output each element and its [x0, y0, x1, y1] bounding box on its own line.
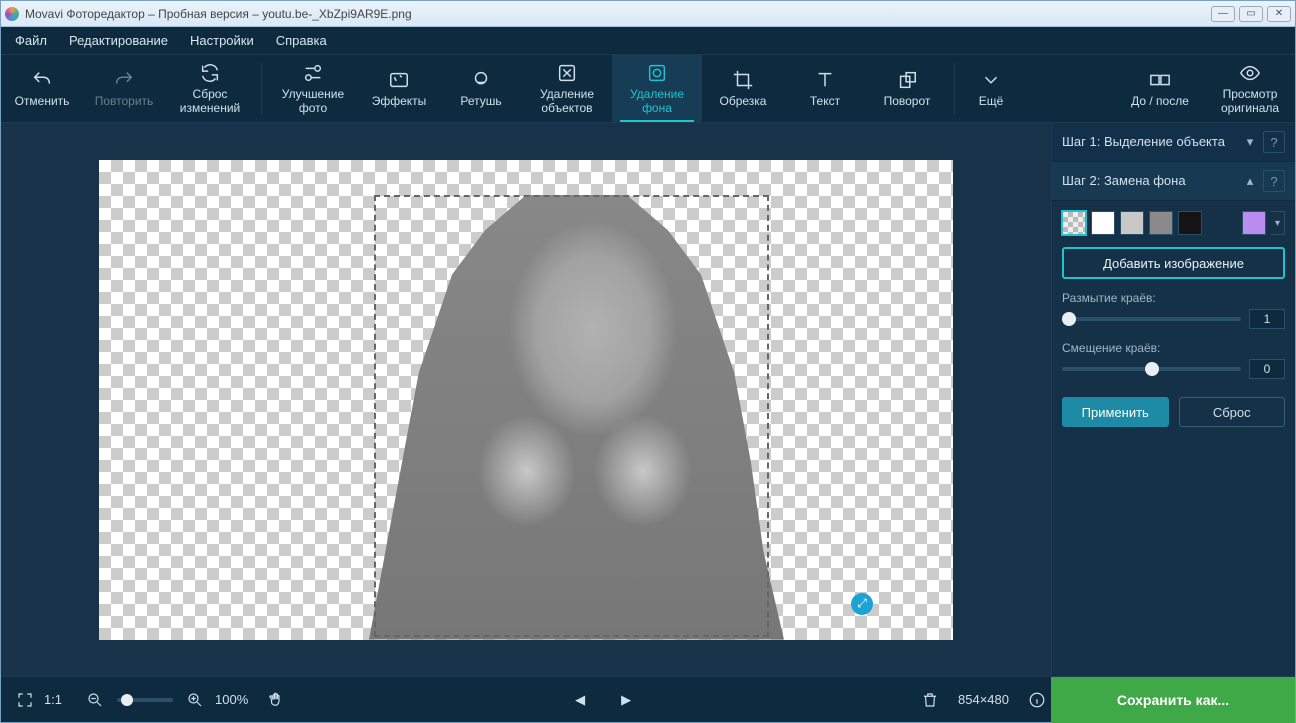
edge-offset-value[interactable]: 0 — [1249, 359, 1285, 379]
reset-icon — [199, 62, 221, 84]
zoom-value: 100% — [215, 692, 248, 707]
fit-button[interactable]: 1:1 — [39, 686, 67, 714]
maximize-button[interactable]: ▭ — [1239, 6, 1263, 22]
rotate-icon — [896, 69, 918, 91]
canvas-area: ⤢ — [1, 123, 1051, 676]
chevron-up-icon: ▴ — [1243, 173, 1257, 189]
sidebar: Шаг 1: Выделение объекта ▾ ? Шаг 2: Заме… — [1051, 123, 1295, 676]
crop-button[interactable]: Обрезка — [702, 55, 784, 122]
crop-label: Обрезка — [720, 95, 767, 108]
reset-sidebar-button[interactable]: Сброс — [1179, 397, 1286, 427]
edge-offset-slider[interactable] — [1062, 367, 1241, 371]
undo-icon — [31, 69, 53, 91]
retouch-icon — [470, 69, 492, 91]
text-icon — [814, 69, 836, 91]
step-2-header[interactable]: Шаг 2: Замена фона ▴ ? — [1052, 162, 1295, 201]
toolbar: Отменить Повторить Сброс изменений Улучш… — [1, 55, 1295, 123]
fullscreen-button[interactable] — [11, 686, 39, 714]
retouch-button[interactable]: Ретушь — [440, 55, 522, 122]
zoom-in-button[interactable] — [181, 686, 209, 714]
add-image-button[interactable]: Добавить изображение — [1062, 247, 1285, 279]
menu-file[interactable]: Файл — [15, 33, 47, 48]
chevron-down-icon: ▾ — [1243, 134, 1257, 150]
delete-button[interactable] — [916, 686, 944, 714]
background-removal-label: Удаление фона — [630, 88, 684, 114]
swatch-gray[interactable] — [1149, 211, 1173, 235]
titlebar: Movavi Фоторедактор – Пробная версия – y… — [1, 1, 1295, 27]
edge-blur-slider[interactable] — [1062, 317, 1241, 321]
more-label: Ещё — [979, 95, 1004, 108]
chevron-down-icon — [980, 69, 1002, 91]
view-original-label: Просмотр оригинала — [1221, 88, 1279, 114]
before-after-icon — [1149, 69, 1171, 91]
apply-button[interactable]: Применить — [1062, 397, 1169, 427]
redo-button[interactable]: Повторить — [83, 55, 165, 122]
view-original-button[interactable]: Просмотр оригинала — [1205, 55, 1295, 122]
color-picker-dropdown[interactable]: ▾ — [1271, 211, 1285, 235]
rotate-label: Поворот — [884, 95, 931, 108]
app-logo-icon — [5, 7, 19, 21]
menu-help[interactable]: Справка — [276, 33, 327, 48]
text-label: Текст — [810, 95, 840, 108]
enhance-button[interactable]: Улучшение фото — [268, 55, 358, 122]
dimensions-label: 854×480 — [958, 692, 1009, 707]
swatch-lightgray[interactable] — [1120, 211, 1144, 235]
save-as-button[interactable]: Сохранить как... — [1051, 677, 1295, 723]
edge-blur-label: Размытие краёв: — [1062, 291, 1285, 305]
swatch-white[interactable] — [1091, 211, 1115, 235]
retouch-label: Ретушь — [460, 95, 501, 108]
zoom-slider[interactable] — [117, 698, 173, 702]
step-2-label: Шаг 2: Замена фона — [1062, 173, 1243, 189]
window-title: Movavi Фоторедактор – Пробная версия – y… — [25, 7, 412, 21]
undo-label: Отменить — [15, 95, 70, 108]
crop-icon — [732, 69, 754, 91]
statusbar: 1:1 100% ◀ ▶ 854×480 Сохранить как... — [1, 676, 1295, 722]
step-1-label: Шаг 1: Выделение объекта — [1062, 134, 1243, 150]
enhance-icon — [302, 62, 324, 84]
object-removal-button[interactable]: Удаление объектов — [522, 55, 612, 122]
enhance-label: Улучшение фото — [282, 88, 344, 114]
prev-button[interactable]: ◀ — [566, 686, 594, 714]
canvas-image[interactable]: ⤢ — [99, 160, 953, 640]
next-button[interactable]: ▶ — [612, 686, 640, 714]
menubar: Файл Редактирование Настройки Справка — [1, 27, 1295, 55]
help-button[interactable]: ? — [1263, 170, 1285, 192]
redo-icon — [113, 69, 135, 91]
more-button[interactable]: Ещё — [961, 55, 1021, 122]
redo-label: Повторить — [95, 95, 154, 108]
object-removal-icon — [556, 62, 578, 84]
step-1-header[interactable]: Шаг 1: Выделение объекта ▾ ? — [1052, 123, 1295, 162]
rotate-button[interactable]: Поворот — [866, 55, 948, 122]
color-picker-swatch[interactable] — [1242, 211, 1266, 235]
pan-button[interactable] — [262, 686, 290, 714]
info-button[interactable] — [1023, 686, 1051, 714]
swatch-transparent[interactable] — [1062, 211, 1086, 235]
zoom-out-button[interactable] — [81, 686, 109, 714]
before-after-label: До / после — [1131, 95, 1189, 108]
before-after-button[interactable]: До / после — [1115, 55, 1205, 122]
minimize-button[interactable]: — — [1211, 6, 1235, 22]
close-button[interactable]: ✕ — [1267, 6, 1291, 22]
undo-button[interactable]: Отменить — [1, 55, 83, 122]
background-removal-button[interactable]: Удаление фона — [612, 55, 702, 122]
background-removal-icon — [646, 62, 668, 84]
help-button[interactable]: ? — [1263, 131, 1285, 153]
text-button[interactable]: Текст — [784, 55, 866, 122]
reset-label: Сброс изменений — [180, 88, 240, 114]
reset-button[interactable]: Сброс изменений — [165, 55, 255, 122]
fit-label: 1:1 — [44, 692, 62, 707]
effects-button[interactable]: Эффекты — [358, 55, 440, 122]
edge-blur-value[interactable]: 1 — [1249, 309, 1285, 329]
selection-rectangle[interactable] — [374, 195, 769, 637]
menu-edit[interactable]: Редактирование — [69, 33, 168, 48]
effects-icon — [388, 69, 410, 91]
menu-settings[interactable]: Настройки — [190, 33, 254, 48]
scale-handle-icon[interactable]: ⤢ — [851, 593, 873, 615]
effects-label: Эффекты — [372, 95, 427, 108]
object-removal-label: Удаление объектов — [540, 88, 594, 114]
eye-icon — [1239, 62, 1261, 84]
background-swatches: ▾ — [1052, 201, 1295, 241]
swatch-black[interactable] — [1178, 211, 1202, 235]
edge-offset-label: Смещение краёв: — [1062, 341, 1285, 355]
